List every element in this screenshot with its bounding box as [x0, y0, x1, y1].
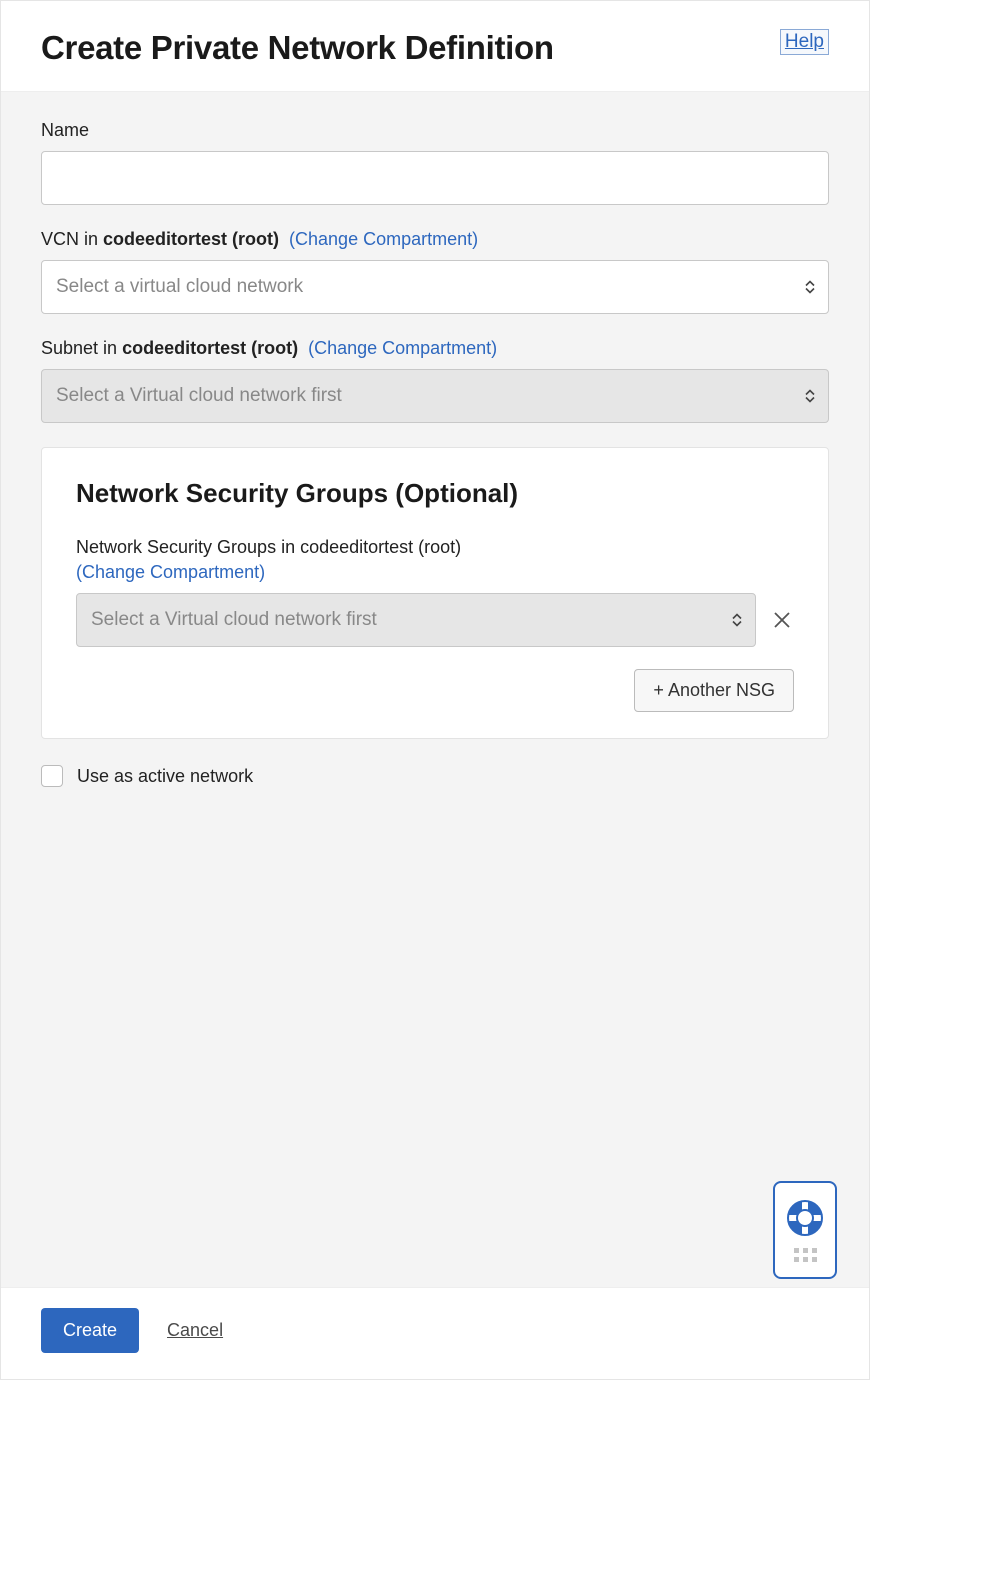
nsg-actions: + Another NSG: [76, 669, 794, 712]
nsg-row: Select a Virtual cloud network first: [76, 593, 794, 647]
lifebuoy-icon: [785, 1198, 825, 1238]
nsg-heading: Network Security Groups (Optional): [76, 478, 794, 509]
dialog-header: Create Private Network Definition Help: [1, 1, 869, 92]
vcn-select-wrap: Select a virtual cloud network: [41, 260, 829, 314]
nsg-change-compartment-link[interactable]: (Change Compartment): [76, 562, 794, 583]
subnet-select-wrap: Select a Virtual cloud network first: [41, 369, 829, 423]
drag-grid-icon: [794, 1248, 817, 1262]
remove-nsg-button[interactable]: [770, 608, 794, 632]
subnet-field-block: Subnet in codeeditortest (root) (Change …: [41, 338, 829, 423]
name-input[interactable]: [41, 151, 829, 205]
vcn-compartment: codeeditortest (root): [103, 229, 279, 249]
nsg-select-wrap: Select a Virtual cloud network first: [76, 593, 756, 647]
cancel-link[interactable]: Cancel: [167, 1320, 223, 1341]
vcn-field-block: VCN in codeeditortest (root) (Change Com…: [41, 229, 829, 314]
subnet-label-prefix: Subnet in: [41, 338, 122, 358]
close-icon: [773, 611, 791, 629]
subnet-select[interactable]: Select a Virtual cloud network first: [41, 369, 829, 423]
subnet-label: Subnet in codeeditortest (root): [41, 338, 298, 359]
name-field-block: Name: [41, 120, 829, 205]
vcn-change-compartment-link[interactable]: (Change Compartment): [289, 229, 478, 250]
nsg-panel: Network Security Groups (Optional) Netwo…: [41, 447, 829, 739]
form-body: Name VCN in codeeditortest (root) (Chang…: [1, 92, 869, 1287]
active-network-checkbox[interactable]: [41, 765, 63, 787]
name-label: Name: [41, 120, 829, 141]
active-network-label: Use as active network: [77, 766, 253, 787]
create-button[interactable]: Create: [41, 1308, 139, 1353]
support-widget-button[interactable]: [773, 1181, 837, 1279]
dialog-footer: Create Cancel: [1, 1287, 869, 1379]
subnet-change-compartment-link[interactable]: (Change Compartment): [308, 338, 497, 359]
nsg-label: Network Security Groups in codeeditortes…: [76, 537, 794, 583]
nsg-label-prefix: Network Security Groups in: [76, 537, 300, 557]
vcn-label-prefix: VCN in: [41, 229, 103, 249]
subnet-compartment: codeeditortest (root): [122, 338, 298, 358]
help-link[interactable]: Help: [780, 29, 829, 55]
add-nsg-button[interactable]: + Another NSG: [634, 669, 794, 712]
nsg-compartment: codeeditortest (root): [300, 537, 461, 557]
active-network-row: Use as active network: [41, 765, 829, 787]
nsg-select[interactable]: Select a Virtual cloud network first: [76, 593, 756, 647]
vcn-label: VCN in codeeditortest (root): [41, 229, 279, 250]
page-title: Create Private Network Definition: [41, 29, 554, 67]
vcn-select[interactable]: Select a virtual cloud network: [41, 260, 829, 314]
